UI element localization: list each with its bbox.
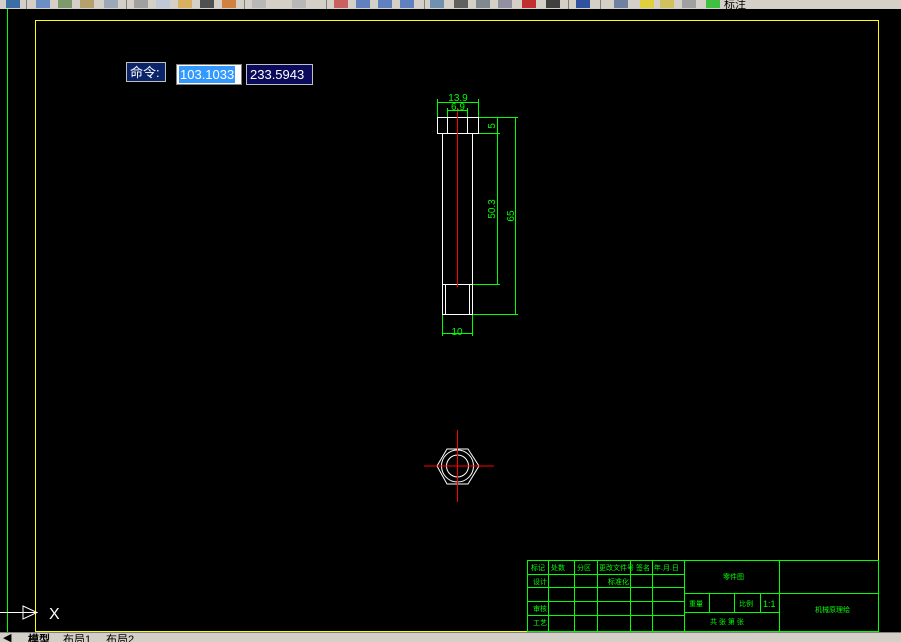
tb-design: 设计 <box>533 577 547 586</box>
tb-scale-label: 比例 <box>739 599 753 608</box>
bolt-thread <box>442 284 473 315</box>
zoom-realtime-icon[interactable] <box>356 0 370 8</box>
dim-head-height-text: 5 <box>487 123 498 129</box>
toolbar-separator <box>244 0 245 9</box>
publish-icon[interactable] <box>80 0 94 8</box>
markup-icon[interactable] <box>522 0 536 8</box>
tb-mark: 标记 <box>531 563 545 572</box>
layer-on-icon[interactable] <box>640 0 654 8</box>
drawing-svg: 13.9 6.9 5 50.3 65 10 X 标记 处数 分区 更改文件号 签… <box>0 9 879 632</box>
toolbar-separator <box>568 0 569 9</box>
tb-count: 处数 <box>551 563 565 572</box>
layer-manager-icon[interactable] <box>614 0 628 8</box>
matchprop-icon[interactable] <box>104 0 118 8</box>
preview-icon[interactable] <box>58 0 72 8</box>
matchprop-brush-icon[interactable] <box>200 0 214 8</box>
designcenter-icon[interactable] <box>454 0 468 8</box>
properties-icon[interactable] <box>430 0 444 8</box>
front-view: 13.9 6.9 5 50.3 65 10 <box>437 93 518 338</box>
dim-total-length-text: 65 <box>506 210 517 222</box>
copy-icon[interactable] <box>156 0 170 8</box>
tb-zone: 分区 <box>577 563 591 572</box>
title-block-text: 标记 处数 分区 更改文件号 签名 年.月.日 设计 标准化 审核 工艺 零件图… <box>531 563 850 627</box>
block-icon[interactable] <box>222 0 236 8</box>
x-coordinate-value: 103.1033 <box>179 66 236 83</box>
toolbar-separator <box>126 0 127 9</box>
dim-bottom-width-text: 10 <box>451 327 463 338</box>
tb-weight: 重量 <box>689 600 703 608</box>
tb-date: 年.月.日 <box>654 563 679 572</box>
command-prompt-label: 命令: <box>126 62 166 82</box>
undo-icon[interactable] <box>252 0 266 8</box>
print-icon[interactable] <box>36 0 50 8</box>
cut-icon[interactable] <box>134 0 148 8</box>
layer-lock-icon[interactable] <box>682 0 696 8</box>
toolpalette-icon[interactable] <box>476 0 490 8</box>
toolbar-separator <box>600 0 601 9</box>
help-icon[interactable] <box>576 0 590 8</box>
top-view <box>424 430 494 502</box>
redo-icon[interactable] <box>292 0 306 8</box>
model-space-canvas[interactable]: 13.9 6.9 5 50.3 65 10 X 标记 处数 分区 更改文件号 签… <box>0 9 901 632</box>
calc-icon[interactable] <box>546 0 560 8</box>
save-icon[interactable] <box>6 0 20 8</box>
x-coordinate-input[interactable]: 103.1033 <box>176 64 242 85</box>
toolbar-separator <box>326 0 327 9</box>
y-coordinate-input[interactable]: 233.5943 <box>246 64 313 85</box>
tb-scale-value: 1:1 <box>763 599 776 609</box>
dim-shank-length-text: 50.3 <box>487 199 498 219</box>
tb-process: 工艺 <box>533 619 547 627</box>
ucs-x-label: X <box>49 606 60 623</box>
ucs-icon <box>0 605 39 620</box>
tb-audit: 审核 <box>533 604 547 613</box>
tb-sheets: 共 张 第 张 <box>710 617 744 626</box>
tb-company: 机械原理绘 <box>815 605 850 614</box>
dim-hole-width-text: 6.9 <box>451 102 465 113</box>
zoom-previous-icon[interactable] <box>400 0 414 8</box>
tb-standard: 标准化 <box>608 577 629 586</box>
tb-drawing-name: 零件图 <box>723 572 744 581</box>
layer-freeze-icon[interactable] <box>660 0 674 8</box>
toolbar-separator <box>424 0 425 9</box>
tb-change-doc: 更改文件号 <box>599 563 634 572</box>
layer-color-icon[interactable] <box>706 0 720 8</box>
sheetset-icon[interactable] <box>498 0 512 8</box>
zoom-window-icon[interactable] <box>378 0 392 8</box>
paste-icon[interactable] <box>178 0 192 8</box>
pan-icon[interactable] <box>334 0 348 8</box>
toolbar-separator <box>26 0 27 9</box>
tb-sign: 签名 <box>636 563 650 572</box>
